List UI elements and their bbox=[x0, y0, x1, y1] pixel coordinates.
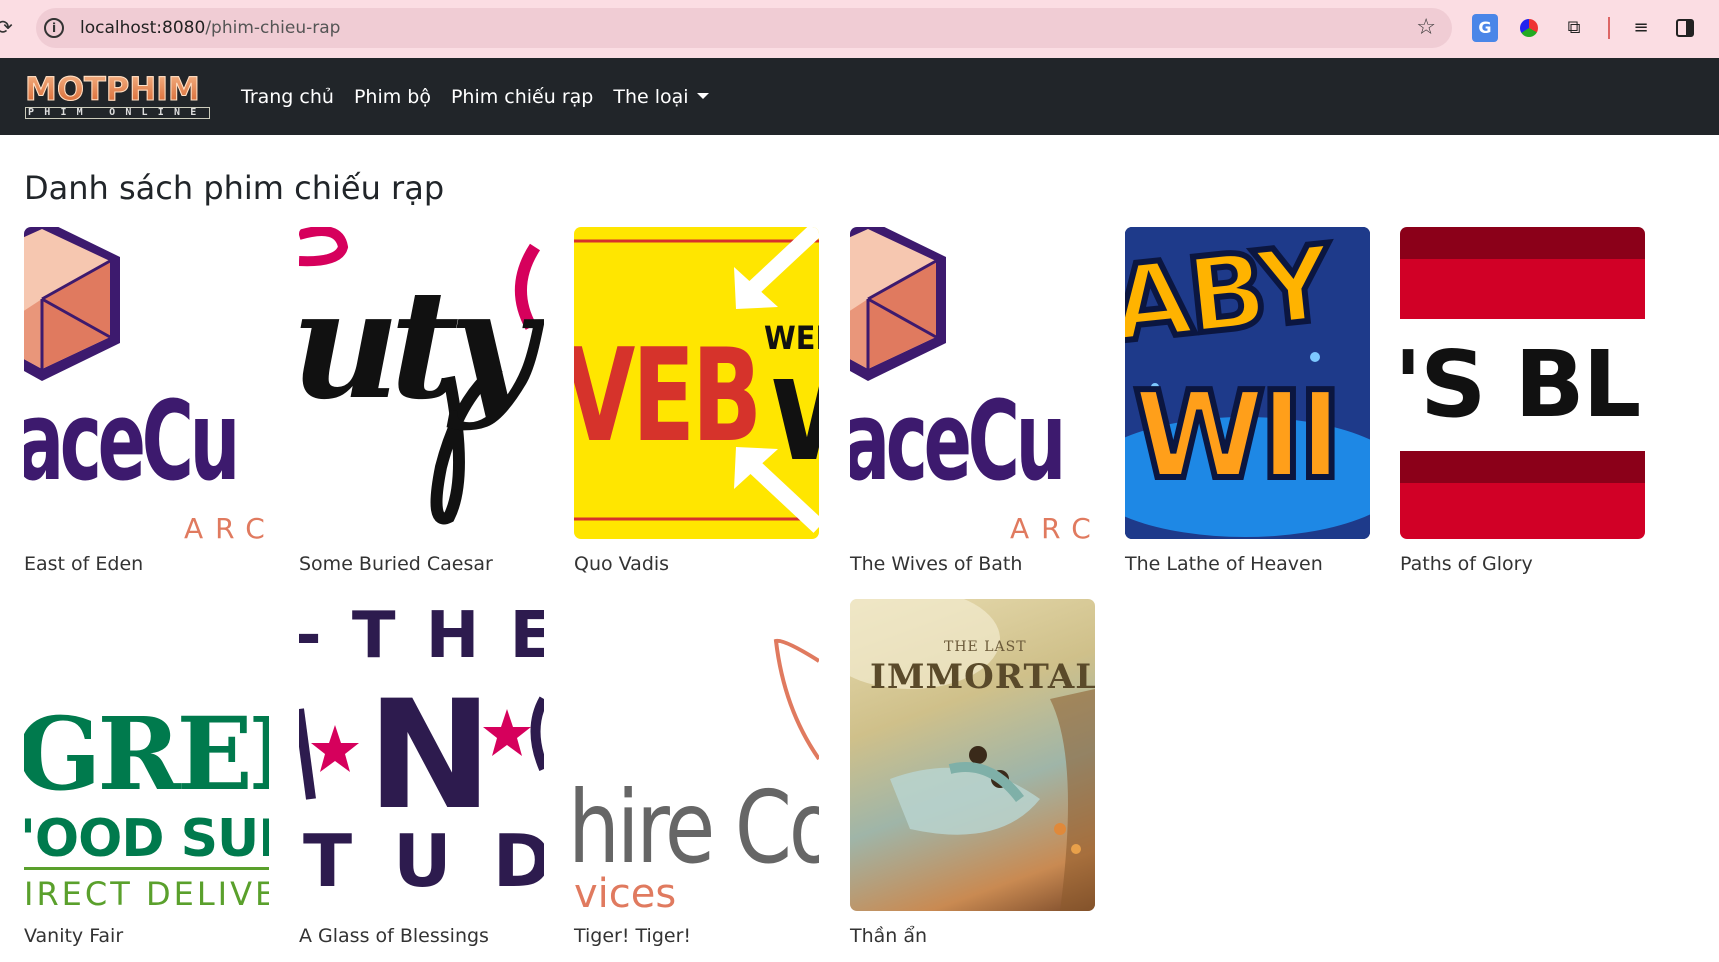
color-picker-icon[interactable] bbox=[1516, 14, 1542, 42]
nav-link-theater[interactable]: Phim chiếu rạp bbox=[451, 84, 593, 110]
side-panel-icon[interactable] bbox=[1672, 14, 1698, 42]
movie-poster[interactable]: uty bbox=[299, 227, 544, 539]
poster-text: uty bbox=[299, 257, 536, 433]
movie-poster[interactable]: - T H E - N T U D I bbox=[299, 599, 544, 911]
page-title: Danh sách phim chiếu rạp bbox=[24, 169, 445, 207]
movie-title[interactable]: Quo Vadis bbox=[574, 552, 669, 576]
poster-subtext: IMMORTAL bbox=[870, 657, 1095, 697]
poster-subtext: 'OOD SUP bbox=[24, 809, 269, 869]
poster-subtext: vices bbox=[574, 871, 677, 911]
reload-icon[interactable]: ⟳ bbox=[0, 16, 13, 38]
movie-poster[interactable]: GREI 'OOD SUP IRECT DELIVE bbox=[24, 599, 269, 911]
movie-title[interactable]: The Wives of Bath bbox=[850, 552, 1022, 576]
nav-links: Trang chủ Phim bộ Phim chiếu rạp The loạ… bbox=[241, 84, 709, 110]
movie-poster[interactable]: 'S BL bbox=[1400, 227, 1645, 539]
logo-tagline: PHIM ONLINE bbox=[25, 107, 210, 119]
poster-subtext-2: T U D I bbox=[303, 819, 544, 903]
movie-card[interactable]: 'S BL Paths of Glory bbox=[1400, 227, 1645, 575]
poster-subtext: WEB bbox=[764, 319, 819, 357]
movie-title[interactable]: Paths of Glory bbox=[1400, 552, 1533, 576]
movie-card[interactable]: THE LAST IMMORTAL Thần ẩn bbox=[850, 599, 1095, 947]
movie-card[interactable]: ABY WII The Lathe of Heaven bbox=[1125, 227, 1370, 575]
poster-text: aceCu bbox=[24, 377, 240, 505]
stripe bbox=[1400, 227, 1645, 259]
nav-link-genres-dropdown[interactable]: The loại bbox=[613, 84, 709, 110]
movie-card[interactable]: aceCu ARC The Wives of Bath bbox=[850, 227, 1095, 575]
poster-text: THE LAST bbox=[944, 639, 1027, 655]
google-translate-icon[interactable]: G bbox=[1472, 14, 1498, 42]
stripe bbox=[1400, 483, 1645, 539]
poster-subtext-2: IRECT DELIVE bbox=[24, 875, 269, 911]
movie-poster[interactable]: ABY WII bbox=[1125, 227, 1370, 539]
site-navbar: MOTPHIM PHIM ONLINE Trang chủ Phim bộ Ph… bbox=[0, 58, 1719, 135]
movie-card[interactable]: VEB WEB W Quo Vadis bbox=[574, 227, 819, 575]
movie-card[interactable]: aceCu ARC East of Eden bbox=[24, 227, 269, 575]
stripe bbox=[1400, 259, 1645, 319]
poster-text: VEB bbox=[574, 322, 762, 471]
poster-text: 'S BL bbox=[1400, 331, 1641, 438]
puzzle-extensions-icon[interactable]: ⧉ bbox=[1561, 14, 1587, 42]
toolbar-divider bbox=[1608, 17, 1610, 39]
movie-poster[interactable]: VEB WEB W bbox=[574, 227, 819, 539]
poster-letter: W bbox=[770, 357, 819, 485]
movie-title[interactable]: The Lathe of Heaven bbox=[1125, 552, 1323, 576]
url-text[interactable]: localhost:8080/phim-chieu-rap bbox=[80, 18, 340, 38]
movie-title[interactable]: Some Buried Caesar bbox=[299, 552, 493, 576]
site-info-icon[interactable]: i bbox=[44, 18, 64, 38]
movie-title[interactable]: Thần ẩn bbox=[850, 924, 927, 948]
movie-card[interactable]: uty Some Buried Caesar bbox=[299, 227, 544, 575]
movie-poster[interactable]: aceCu ARC bbox=[24, 227, 269, 539]
poster-subtext: N bbox=[367, 669, 493, 843]
movie-poster[interactable]: aceCu ARC bbox=[850, 227, 1095, 539]
movie-poster[interactable]: THE LAST IMMORTAL bbox=[850, 599, 1095, 911]
movie-title[interactable]: Tiger! Tiger! bbox=[574, 924, 691, 948]
movie-card[interactable]: GREI 'OOD SUP IRECT DELIVE Vanity Fair bbox=[24, 599, 269, 947]
movie-card[interactable]: - T H E - N T U D I A Glass of Blessings bbox=[299, 599, 544, 947]
poster-subtext: ARC bbox=[184, 512, 269, 539]
movie-card[interactable]: hire Co vices Tiger! Tiger! bbox=[574, 599, 819, 947]
genres-label: The loại bbox=[613, 86, 689, 108]
poster-subtext: ARC bbox=[1010, 512, 1095, 539]
movie-title[interactable]: A Glass of Blessings bbox=[299, 924, 489, 948]
nav-link-series[interactable]: Phim bộ bbox=[354, 84, 431, 110]
movie-poster[interactable]: hire Co vices bbox=[574, 599, 819, 911]
poster-text: ABY bbox=[1125, 227, 1337, 369]
browser-toolbar: ⟳ i localhost:8080/phim-chieu-rap ☆ G ⧉ … bbox=[0, 0, 1719, 58]
poster-text: aceCu bbox=[850, 377, 1066, 505]
movie-title[interactable]: East of Eden bbox=[24, 552, 143, 576]
poster-text: GREI bbox=[24, 695, 269, 813]
logo-wordmark: MOTPHIM bbox=[25, 72, 210, 107]
caret-down-icon bbox=[696, 92, 709, 99]
site-logo[interactable]: MOTPHIM PHIM ONLINE bbox=[25, 72, 210, 122]
nav-link-home[interactable]: Trang chủ bbox=[241, 84, 334, 110]
bookmark-star-icon[interactable]: ☆ bbox=[1416, 15, 1436, 41]
reading-list-icon[interactable]: ≡ bbox=[1628, 14, 1654, 42]
address-bar[interactable]: i localhost:8080/phim-chieu-rap ☆ bbox=[36, 8, 1452, 48]
poster-text: hire Co bbox=[574, 769, 819, 886]
stripe bbox=[1400, 451, 1645, 483]
movie-title[interactable]: Vanity Fair bbox=[24, 924, 123, 948]
divider-line bbox=[24, 867, 269, 870]
poster-subtext: WII bbox=[1130, 364, 1346, 509]
